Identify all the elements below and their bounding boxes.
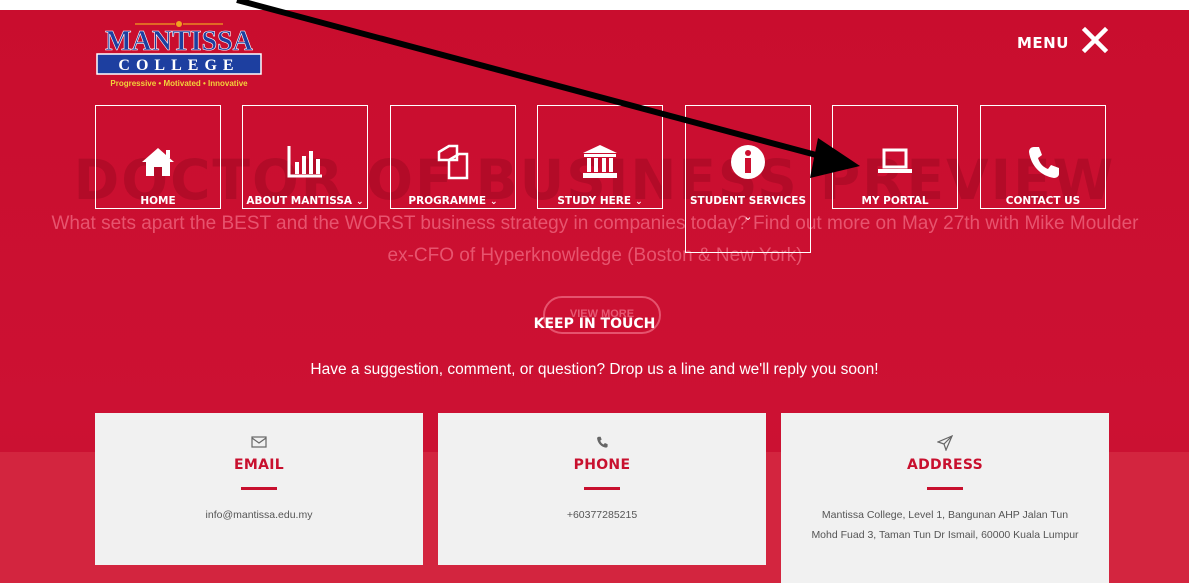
paper-plane-icon bbox=[781, 434, 1109, 453]
close-icon[interactable] bbox=[1081, 26, 1109, 59]
phone-number-link[interactable]: +60377285215 bbox=[438, 505, 766, 525]
institution-icon bbox=[538, 142, 662, 182]
nav-tile-label: PROGRAMME bbox=[408, 195, 487, 207]
banner-subtitle: What sets apart the BEST and the WORST b… bbox=[51, 213, 1139, 266]
nav-tile-study-here[interactable]: STUDY HERE ⌄ bbox=[537, 105, 663, 209]
address-line-1: Mantissa College, Level 1, Bangunan AHP … bbox=[821, 509, 1069, 521]
nav-tile-home[interactable]: HOME bbox=[95, 105, 221, 209]
chevron-down-icon: ⌄ bbox=[356, 197, 364, 207]
home-icon bbox=[96, 142, 220, 182]
logo-name-bottom: COLLEGE bbox=[118, 57, 239, 74]
nav-tile-label: CONTACT US bbox=[1005, 195, 1081, 207]
nav-tile-contact-us[interactable]: CONTACT US bbox=[980, 105, 1106, 209]
chevron-down-icon: ⌄ bbox=[490, 197, 498, 207]
logo-tagline: Progressive • Motivated • Innovative bbox=[110, 79, 248, 88]
top-edge bbox=[0, 0, 1189, 10]
info-icon bbox=[686, 142, 810, 182]
address-card: ADDRESS Mantissa College, Level 1, Bangu… bbox=[781, 413, 1109, 583]
divider bbox=[241, 487, 277, 490]
email-title: EMAIL bbox=[234, 457, 284, 473]
logo-name-top: MANTISSA bbox=[105, 26, 254, 57]
nav-tile-label: HOME bbox=[140, 195, 176, 207]
nav-tile-student-services[interactable]: STUDENT SERVICES ⌄ bbox=[685, 105, 811, 253]
envelope-icon bbox=[95, 435, 423, 453]
phone-title: PHONE bbox=[573, 457, 631, 473]
divider bbox=[927, 487, 963, 490]
contact-heading: KEEP IN TOUCH bbox=[533, 316, 656, 332]
divider bbox=[584, 487, 620, 490]
phone-card: PHONE +60377285215 bbox=[438, 413, 766, 565]
college-logo[interactable]: MANTISSA COLLEGE Progressive • Motivated… bbox=[95, 20, 263, 90]
address-line-2: Mohd Fuad 3, Taman Tun Dr Ismail, 60000 … bbox=[811, 529, 1079, 541]
nav-tile-my-portal[interactable]: MY PORTAL bbox=[832, 105, 958, 209]
email-address-link[interactable]: info@mantissa.edu.my bbox=[95, 505, 423, 525]
nav-tile-label: STUDY HERE bbox=[557, 195, 632, 207]
nav-tile-label: ABOUT MANTISSA bbox=[246, 195, 353, 207]
phone-icon bbox=[438, 435, 766, 453]
nav-tile-programme[interactable]: PROGRAMME ⌄ bbox=[390, 105, 516, 209]
nav-tile-label: MY PORTAL bbox=[861, 195, 929, 207]
phone-icon bbox=[981, 142, 1105, 182]
bar-chart-icon bbox=[243, 142, 367, 182]
chevron-down-icon: ⌄ bbox=[743, 211, 753, 223]
laptop-icon bbox=[833, 142, 957, 182]
menu-label: MENU bbox=[1017, 33, 1069, 52]
menu-toggle-button[interactable]: MENU bbox=[1017, 26, 1109, 59]
nav-tile-about-mantissa[interactable]: ABOUT MANTISSA ⌄ bbox=[242, 105, 368, 209]
contact-subheading: Have a suggestion, comment, or question?… bbox=[310, 361, 879, 378]
chevron-down-icon: ⌄ bbox=[635, 197, 643, 207]
address-title: ADDRESS bbox=[906, 457, 984, 473]
email-card: EMAIL info@mantissa.edu.my bbox=[95, 413, 423, 565]
nav-tile-label: STUDENT SERVICES bbox=[689, 195, 807, 207]
address-text: Mantissa College, Level 1, Bangunan AHP … bbox=[781, 505, 1109, 545]
copy-icon bbox=[391, 142, 515, 182]
